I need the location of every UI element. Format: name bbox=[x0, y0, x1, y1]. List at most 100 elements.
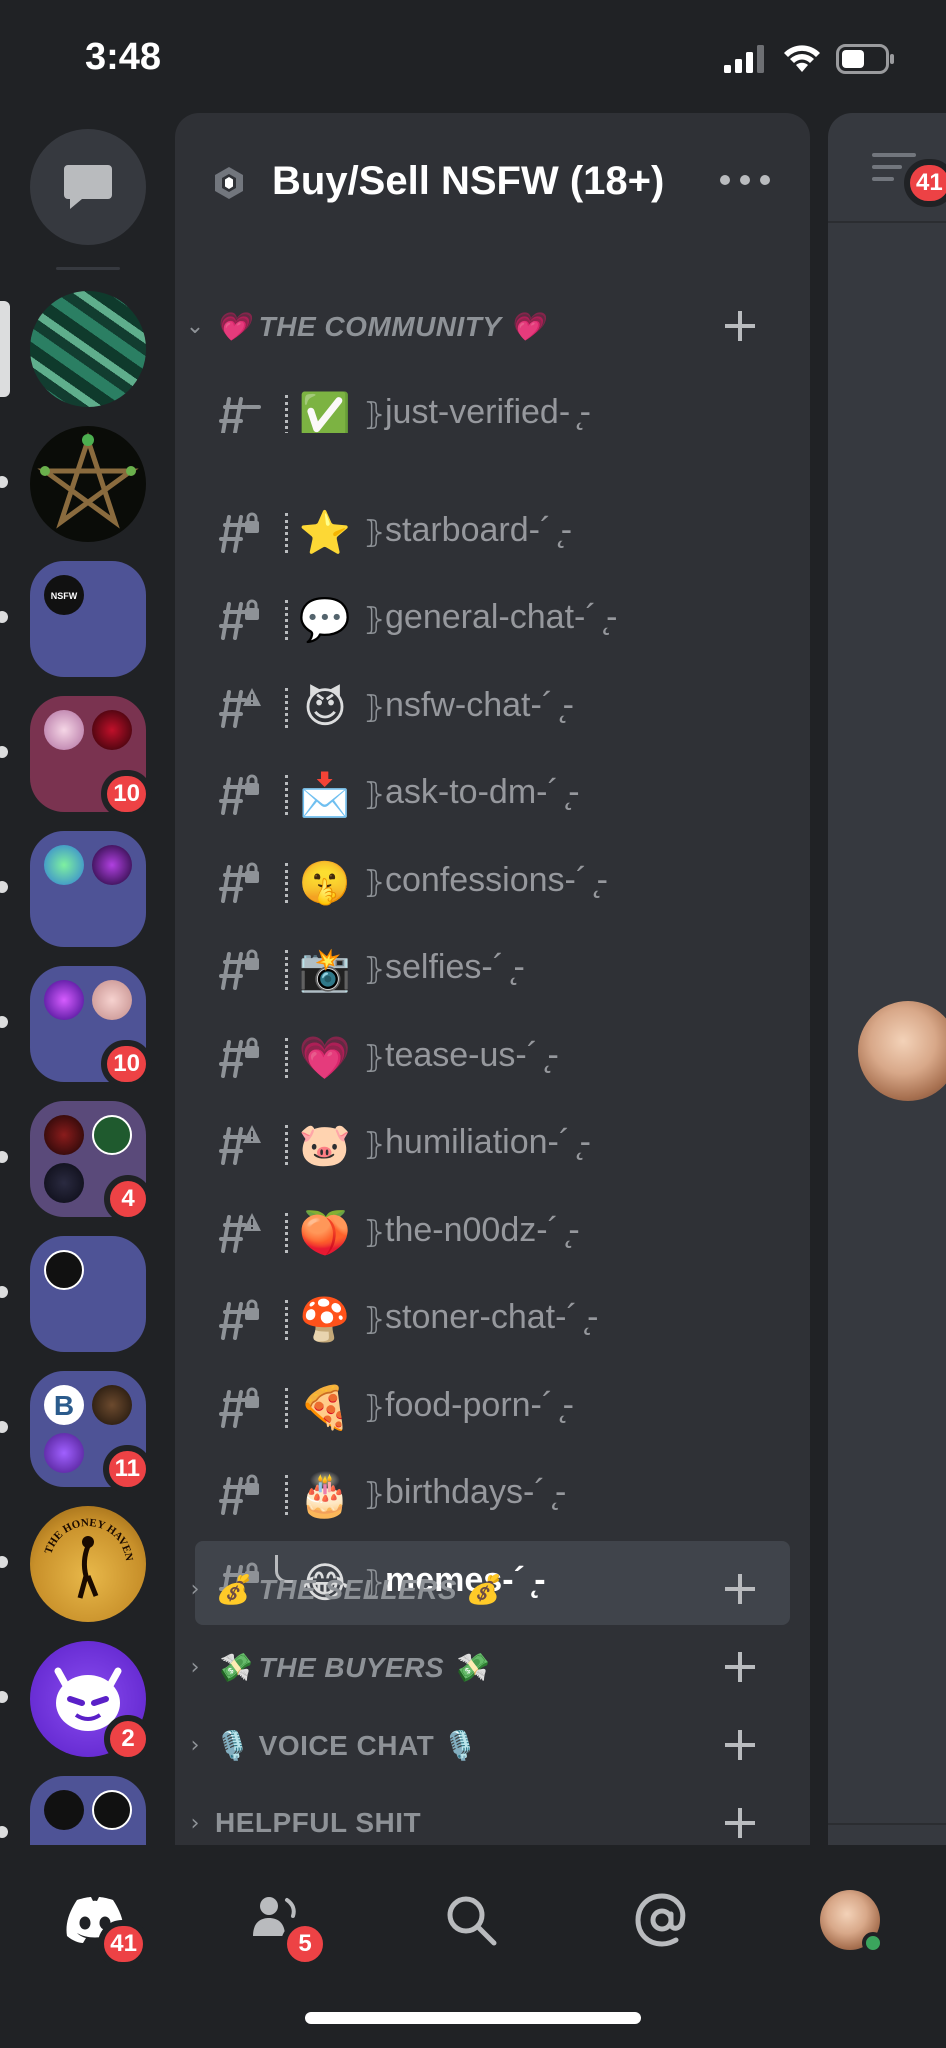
guild-name: Buy/Sell NSFW (18+) bbox=[272, 159, 665, 203]
channel-item[interactable]: 🐷 ⦄ humiliation-´ ̨- bbox=[195, 1103, 790, 1187]
category-helpful-shit[interactable]: › HELPFUL SHIT bbox=[175, 1793, 810, 1845]
tab-search[interactable] bbox=[431, 1880, 511, 1960]
svg-text:NSFW: NSFW bbox=[51, 591, 78, 601]
direct-messages-button[interactable] bbox=[30, 129, 146, 245]
channel-bracket-glyph: ⦄ bbox=[363, 864, 386, 900]
channel-item[interactable]: 🎂 ⦄ birthdays-´ ̨- bbox=[195, 1453, 790, 1537]
tab-mentions[interactable] bbox=[622, 1880, 702, 1960]
server-folder-5[interactable]: 4 bbox=[30, 1101, 152, 1223]
tab-home[interactable]: 41 bbox=[55, 1880, 149, 1968]
tab-friends[interactable]: 5 bbox=[235, 1880, 329, 1968]
channel-name: starboard-´ ̨- bbox=[385, 510, 573, 549]
online-status-indicator bbox=[862, 1932, 884, 1954]
active-server-pill bbox=[0, 301, 10, 397]
folder-server-icon bbox=[92, 1790, 132, 1830]
server-icon-honey-haven: THE HONEY HAVEN bbox=[30, 1506, 146, 1622]
channel-separator bbox=[285, 950, 293, 990]
hash-lock-icon bbox=[219, 1037, 259, 1078]
category-the-community[interactable]: ⌄ 💗 THE COMMUNITY 💗 bbox=[175, 296, 810, 356]
profile-avatar bbox=[820, 1890, 884, 1954]
server-community[interactable]: 2 bbox=[30, 1641, 152, 1763]
add-channel-button[interactable] bbox=[720, 1725, 760, 1765]
status-time: 3:48 bbox=[85, 36, 162, 78]
tab-profile[interactable] bbox=[810, 1880, 890, 1960]
unread-pill bbox=[0, 1826, 8, 1838]
more-options-button[interactable] bbox=[720, 165, 770, 195]
message-avatar[interactable] bbox=[858, 1001, 946, 1101]
dot bbox=[760, 175, 770, 185]
hash-lock-icon bbox=[219, 599, 259, 640]
category-the-buyers[interactable]: › 💸 THE BUYERS 💸 bbox=[175, 1637, 810, 1697]
server-folder-3[interactable] bbox=[30, 831, 146, 947]
category-voice-chat[interactable]: › 🎙️ VOICE CHAT 🎙️ bbox=[175, 1715, 810, 1775]
channel-name: ask-to-dm-´ ̨- bbox=[385, 773, 580, 811]
channel-bracket-glyph: ⦄ bbox=[363, 1039, 386, 1075]
server-money[interactable] bbox=[30, 291, 146, 407]
channel-bracket-glyph: ⦄ bbox=[363, 602, 386, 637]
add-channel-button[interactable] bbox=[720, 1569, 760, 1609]
unread-pill bbox=[0, 1421, 8, 1433]
channel-item[interactable]: 💗 ⦄ tease-us-´ ̨- bbox=[195, 1016, 790, 1100]
folder-server-icon: NSFW bbox=[44, 575, 84, 615]
channel-name: tease-us-´ ̨- bbox=[385, 1035, 559, 1074]
channel-item[interactable]: ✅ ⦄ just-verified- ̨- bbox=[195, 373, 790, 433]
channel-item[interactable]: 🍕 ⦄ food-porn-´ ̨- bbox=[195, 1366, 790, 1450]
channel-separator bbox=[285, 1300, 293, 1340]
category-label: 💗 THE COMMUNITY 💗 bbox=[215, 310, 545, 342]
server-folder-1[interactable]: NSFW bbox=[30, 561, 146, 677]
community-server-icon bbox=[215, 167, 243, 199]
hash-warning-icon bbox=[219, 1212, 261, 1253]
server-rail: NSFW 10 10 4 B 11 THE HONEY HAVEN 2 bbox=[0, 110, 175, 1845]
server-folder-7[interactable]: B 11 bbox=[30, 1371, 152, 1493]
chat-peek-panel[interactable]: 41 bbox=[828, 113, 946, 1845]
folder-server-icon bbox=[44, 1163, 84, 1203]
server-icon-pentagram bbox=[30, 426, 146, 542]
server-pentagram[interactable] bbox=[30, 426, 146, 542]
battery-icon bbox=[836, 44, 894, 74]
server-honey-haven[interactable]: THE HONEY HAVEN bbox=[30, 1506, 146, 1622]
channel-name: general-chat-´ ̨- bbox=[385, 598, 618, 636]
folder-server-icon bbox=[44, 1433, 84, 1473]
status-bar: 3:48 bbox=[0, 0, 946, 110]
hash-warning-icon bbox=[219, 687, 261, 728]
channel-separator bbox=[285, 775, 293, 815]
channel-item[interactable]: ⭐ ⦄ starboard-´ ̨- bbox=[195, 491, 790, 575]
server-folder-8[interactable] bbox=[30, 1776, 146, 1845]
hash-thread-icon bbox=[219, 397, 261, 433]
category-label: 💸 THE BUYERS 💸 bbox=[215, 1651, 488, 1683]
channel-emoji: 📸 bbox=[298, 945, 352, 994]
channel-item[interactable]: 🍄 ⦄ stoner-chat-´ ̨- bbox=[195, 1278, 790, 1362]
hash-lock-icon bbox=[219, 774, 259, 815]
chevron-right-icon: › bbox=[190, 1654, 200, 1680]
channel-item[interactable]: 📩 ⦄ ask-to-dm-´ ̨- bbox=[195, 753, 790, 837]
channel-panel: Buy/Sell NSFW (18+) ⌄ 💗 THE COMMUNITY 💗 … bbox=[175, 113, 810, 1845]
channel-bracket-glyph: ⦄ bbox=[363, 397, 386, 432]
channel-item[interactable]: 💬 ⦄ general-chat-´ ̨- bbox=[195, 578, 790, 662]
add-channel-button[interactable] bbox=[720, 1803, 760, 1843]
channel-item[interactable]: 📸 ⦄ selfies-´ ̨- bbox=[195, 928, 790, 1012]
channel-separator bbox=[285, 687, 293, 728]
unread-pill bbox=[0, 611, 8, 623]
channel-name: nsfw-chat-´ ̨- bbox=[385, 685, 574, 724]
channel-item[interactable]: 🤫 ⦄ confessions-´ ̨- bbox=[195, 841, 790, 925]
unread-pill bbox=[0, 1016, 8, 1028]
channel-emoji: ⭐ bbox=[298, 507, 352, 557]
guild-header[interactable]: Buy/Sell NSFW (18+) bbox=[175, 113, 810, 245]
channel-emoji: 🍑 bbox=[298, 1207, 352, 1257]
server-folder-2[interactable]: 10 bbox=[30, 696, 152, 818]
chevron-down-icon: ⌄ bbox=[185, 313, 205, 339]
channel-separator bbox=[285, 1212, 293, 1253]
unread-pill bbox=[0, 881, 8, 893]
channel-item[interactable]: 😈 ⦄ nsfw-chat-´ ̨- bbox=[195, 666, 790, 750]
category-the-sellers[interactable]: › 💰 THE SELLERS 💰 bbox=[175, 1559, 810, 1619]
add-channel-button[interactable] bbox=[720, 1647, 760, 1687]
server-folder-4[interactable]: 10 bbox=[30, 966, 152, 1088]
server-folder-6[interactable] bbox=[30, 1236, 146, 1352]
add-channel-button[interactable] bbox=[720, 306, 760, 346]
channel-name: the-n00dz-´ ̨- bbox=[385, 1210, 580, 1249]
channel-separator bbox=[285, 1037, 293, 1078]
channel-separator bbox=[285, 1125, 293, 1165]
channel-item[interactable]: 🍑 ⦄ the-n00dz-´ ̨- bbox=[195, 1191, 790, 1275]
cellular-signal-icon bbox=[724, 45, 764, 73]
channel-emoji: 🐷 bbox=[298, 1120, 352, 1169]
